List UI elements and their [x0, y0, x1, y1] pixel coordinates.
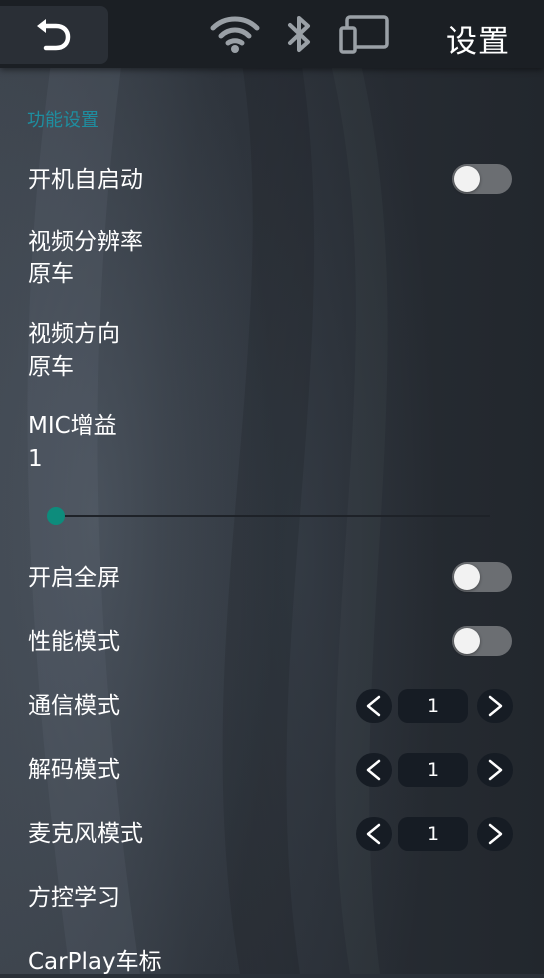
comm-mode-label: 通信模式 — [28, 693, 120, 719]
video-resolution-value: 原车 — [28, 261, 74, 287]
mic-mode-prev-button[interactable] — [356, 817, 392, 851]
performance-mode-toggle[interactable] — [452, 626, 512, 656]
video-orientation-label[interactable]: 视频方向 — [28, 318, 120, 350]
comm-mode-prev-button[interactable] — [356, 689, 392, 723]
comm-mode-value: 1 — [398, 689, 468, 723]
mic-gain-slider-thumb[interactable] — [47, 507, 65, 525]
carplay-logo-item[interactable]: CarPlay车标 — [28, 946, 162, 978]
chevron-right-icon — [488, 759, 503, 781]
mic-mode-label: 麦克风模式 — [28, 821, 143, 847]
toggle-knob — [454, 628, 480, 654]
decode-mode-label: 解码模式 — [28, 757, 120, 783]
chevron-right-icon — [488, 823, 503, 845]
back-icon — [37, 19, 71, 51]
toggle-knob — [454, 564, 480, 590]
performance-mode-label: 性能模式 — [28, 629, 120, 655]
chevron-left-icon — [366, 823, 381, 845]
bluetooth-icon — [288, 16, 310, 52]
chevron-left-icon — [366, 759, 381, 781]
chevron-right-icon — [488, 695, 503, 717]
mic-gain-label: MIC增益 — [28, 413, 117, 439]
video-orientation-value: 原车 — [28, 354, 74, 380]
chevron-left-icon — [366, 695, 381, 717]
decode-mode-value: 1 — [398, 753, 468, 787]
mic-gain-value: 1 — [28, 446, 43, 472]
settings-list: 功能设置 开机自启动 视频分辨率 原车 视频方向 原车 MIC增益 1 开启全屏… — [0, 68, 544, 975]
comm-mode-next-button[interactable] — [477, 689, 513, 723]
fullscreen-label: 开启全屏 — [28, 565, 120, 591]
toggle-knob — [454, 166, 480, 192]
page-title: 设置 — [446, 24, 510, 60]
back-button[interactable] — [0, 6, 108, 64]
screen-cast-icon — [339, 15, 389, 54]
comm-mode-stepper: 1 — [356, 689, 513, 723]
auto-start-label: 开机自启动 — [28, 167, 143, 193]
mic-mode-value: 1 — [398, 817, 468, 851]
wifi-icon — [210, 16, 260, 53]
mic-mode-next-button[interactable] — [477, 817, 513, 851]
decode-mode-next-button[interactable] — [477, 753, 513, 787]
steering-learn-item[interactable]: 方控学习 — [28, 882, 120, 914]
decode-mode-stepper: 1 — [356, 753, 513, 787]
auto-start-toggle[interactable] — [452, 164, 512, 194]
top-bar: 设置 — [0, 0, 544, 68]
mic-gain-slider-track[interactable] — [56, 515, 490, 517]
mic-mode-stepper: 1 — [356, 817, 513, 851]
fullscreen-toggle[interactable] — [452, 562, 512, 592]
decode-mode-prev-button[interactable] — [356, 753, 392, 787]
video-resolution-label[interactable]: 视频分辨率 — [28, 226, 143, 258]
section-title: 功能设置 — [27, 110, 99, 131]
